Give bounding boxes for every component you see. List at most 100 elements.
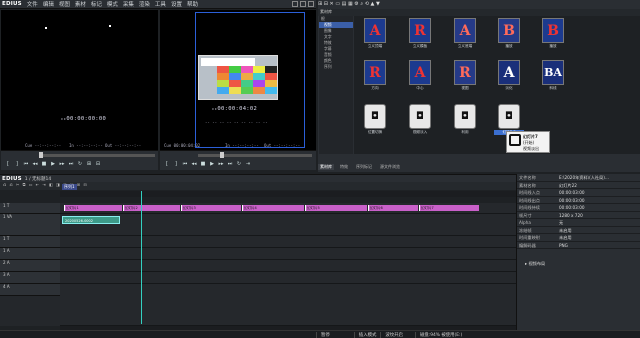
clip-slide[interactable]: 幻灯片3 bbox=[181, 205, 241, 211]
bin-title: ⊞ ⊟ ✕ ▭ ▤ ▦ ⚙ ⌕ ⟲ ▲ ▼ bbox=[318, 1, 380, 7]
status-ripple[interactable]: 波纹开启 bbox=[380, 331, 407, 338]
video-layout-item[interactable]: ▸ 视频布局 bbox=[517, 261, 640, 267]
clip-tooltip-icon bbox=[509, 134, 521, 146]
track-a2-body bbox=[60, 260, 516, 272]
menu-view[interactable]: 视图 bbox=[59, 0, 70, 8]
next-icon[interactable]: ⏭ bbox=[227, 161, 233, 167]
recorder-scrubber[interactable] bbox=[198, 152, 312, 158]
track-header[interactable]: 1 VA bbox=[0, 214, 60, 236]
timeline-cursor[interactable] bbox=[141, 191, 142, 324]
next-icon[interactable]: ⏭ bbox=[68, 161, 74, 167]
set-out-icon[interactable]: ] bbox=[173, 161, 179, 167]
clip-slide[interactable]: 幻灯片4 bbox=[242, 205, 304, 211]
close-button[interactable] bbox=[308, 1, 314, 7]
insert-icon[interactable]: ⊞ bbox=[86, 161, 92, 167]
menu-edit[interactable]: 编辑 bbox=[43, 0, 54, 8]
stop-icon[interactable]: ■ bbox=[41, 161, 47, 167]
project-name: 1 / 无标题14 bbox=[24, 176, 52, 182]
menu-render[interactable]: 渲染 bbox=[139, 0, 150, 8]
status-insert-mode[interactable]: 插入模式 bbox=[353, 331, 381, 338]
track-header[interactable]: 2 A bbox=[0, 260, 60, 272]
set-in-icon[interactable]: [ bbox=[164, 161, 170, 167]
menu-file[interactable]: 文件 bbox=[27, 0, 38, 8]
sequence-tab[interactable]: 序列1 bbox=[62, 184, 77, 190]
loop-icon[interactable]: ↻ bbox=[77, 161, 83, 167]
set-out-icon[interactable]: ] bbox=[14, 161, 20, 167]
track-header[interactable]: 1 A bbox=[0, 248, 60, 260]
info-row: Alpha 无 bbox=[517, 219, 640, 227]
rewind-icon[interactable]: ◂◂ bbox=[32, 161, 38, 167]
bin-clip[interactable]: R 方向 bbox=[360, 60, 390, 96]
clip-thumbnail: A bbox=[364, 18, 386, 43]
menu-tools[interactable]: 工具 bbox=[155, 0, 166, 8]
clip-video[interactable]: 20200526-0002 bbox=[62, 216, 120, 224]
clip-thumbnail: A bbox=[454, 18, 476, 43]
bin-clip[interactable]: ◘ 位置切换 bbox=[360, 104, 390, 140]
stop-icon[interactable]: ■ bbox=[200, 161, 206, 167]
track-header[interactable]: 1 T bbox=[0, 203, 60, 214]
tree-item[interactable]: 序列 bbox=[319, 64, 353, 70]
clip-thumbnail: R bbox=[454, 60, 476, 85]
clip-slide[interactable]: 幻灯片5 bbox=[305, 205, 367, 211]
bin-clip[interactable]: B 播放 bbox=[538, 18, 568, 54]
info-row: 编解码器 PNG bbox=[517, 242, 640, 249]
menu-mode[interactable]: 模式 bbox=[107, 0, 118, 8]
set-in-icon[interactable]: [ bbox=[5, 161, 11, 167]
ffwd-icon[interactable]: ▸▸ bbox=[218, 161, 224, 167]
status-disk: 磁盘:94% 被使用(E:) bbox=[414, 331, 466, 338]
bin-tool-icons[interactable]: ⊞ ⊟ ✕ ▭ ▤ ▦ ⚙ ⌕ ⟲ ▲ ▼ bbox=[318, 1, 380, 7]
bin-clip[interactable]: B 播放 bbox=[494, 18, 524, 54]
tooltip-desc: 视频淡出 bbox=[523, 146, 539, 151]
player-monitor: ▸▸00:00:00:00 Cue --:--:--:-- In --:--:-… bbox=[1, 10, 158, 150]
clip-slide[interactable]: 幻灯片7 bbox=[419, 205, 479, 211]
play-icon[interactable]: ▶ bbox=[209, 161, 215, 167]
ffwd-icon[interactable]: ▸▸ bbox=[59, 161, 65, 167]
bin-clip[interactable]: ◘ 利用 bbox=[450, 104, 480, 140]
maximize-button[interactable] bbox=[300, 1, 306, 7]
timeline-ruler[interactable] bbox=[60, 191, 516, 197]
play-icon[interactable]: ▶ bbox=[50, 161, 56, 167]
bin-clip[interactable]: ◘ 视频淡入 bbox=[405, 104, 435, 140]
menu-help[interactable]: 帮助 bbox=[187, 0, 198, 8]
clip-thumbnail: ◘ bbox=[498, 104, 520, 129]
bin-grid: A 立义顶端 R 立义模板 A 立义底端 B 播放 B 播放 R 方向 A 中心 R 视图 A淡… bbox=[354, 16, 640, 154]
bin-clip[interactable]: A 淡化 bbox=[494, 60, 524, 96]
menu-clip[interactable]: 素材 bbox=[75, 0, 86, 8]
preview-dialog bbox=[201, 58, 255, 66]
clip-thumbnail: A bbox=[498, 60, 520, 85]
track-header[interactable]: 1 T bbox=[0, 236, 60, 248]
clip-thumbnail: ◘ bbox=[364, 104, 386, 129]
clip-slide[interactable]: 幻灯片1 bbox=[64, 205, 122, 211]
track-header[interactable]: 4 A bbox=[0, 284, 60, 296]
bin-clip[interactable]: A 立义底端 bbox=[450, 18, 480, 54]
bin-clip[interactable]: R 立义模板 bbox=[405, 18, 435, 54]
clip-thumbnail: ◘ bbox=[454, 104, 476, 129]
track-header[interactable]: 3 A bbox=[0, 272, 60, 284]
overwrite-icon[interactable]: ⊟ bbox=[95, 161, 101, 167]
bin-clip[interactable]: R 视图 bbox=[450, 60, 480, 96]
recorder-in: In --:--:--:-- bbox=[225, 143, 259, 148]
tab-effects[interactable]: 特效 bbox=[338, 164, 350, 170]
clip-label: 视图 bbox=[461, 86, 469, 90]
tab-bin[interactable]: 素材库 bbox=[318, 164, 334, 170]
bin-clip[interactable]: BA 斜线 bbox=[538, 60, 568, 96]
menu-bar: EDIUS 文件 编辑 视图 素材 标记 模式 采集 渲染 工具 设置 帮助 bbox=[0, 0, 316, 9]
bin-clip[interactable]: A 立义顶端 bbox=[360, 18, 390, 54]
rewind-icon[interactable]: ◂◂ bbox=[191, 161, 197, 167]
track-a4-body bbox=[60, 284, 516, 326]
bin-clip[interactable]: A 中心 bbox=[405, 60, 435, 96]
loop-icon[interactable]: ↻ bbox=[236, 161, 242, 167]
menu-marker[interactable]: 标记 bbox=[91, 0, 102, 8]
prev-icon[interactable]: ⏮ bbox=[23, 161, 29, 167]
clip-slide[interactable]: 幻灯片6 bbox=[368, 205, 418, 211]
clip-slide[interactable]: 幻灯片2 bbox=[123, 205, 180, 211]
tab-markers[interactable]: 序列标记 bbox=[354, 164, 374, 170]
export-icon[interactable]: ⇥ bbox=[245, 161, 251, 167]
menu-settings[interactable]: 设置 bbox=[171, 0, 182, 8]
minimize-button[interactable] bbox=[292, 1, 298, 7]
prev-icon[interactable]: ⏮ bbox=[182, 161, 188, 167]
player-scrubber[interactable] bbox=[39, 152, 155, 158]
menu-capture[interactable]: 采集 bbox=[123, 0, 134, 8]
clip-label: 位置切换 bbox=[367, 130, 383, 134]
tab-browser[interactable]: 源文件浏览 bbox=[378, 164, 402, 170]
